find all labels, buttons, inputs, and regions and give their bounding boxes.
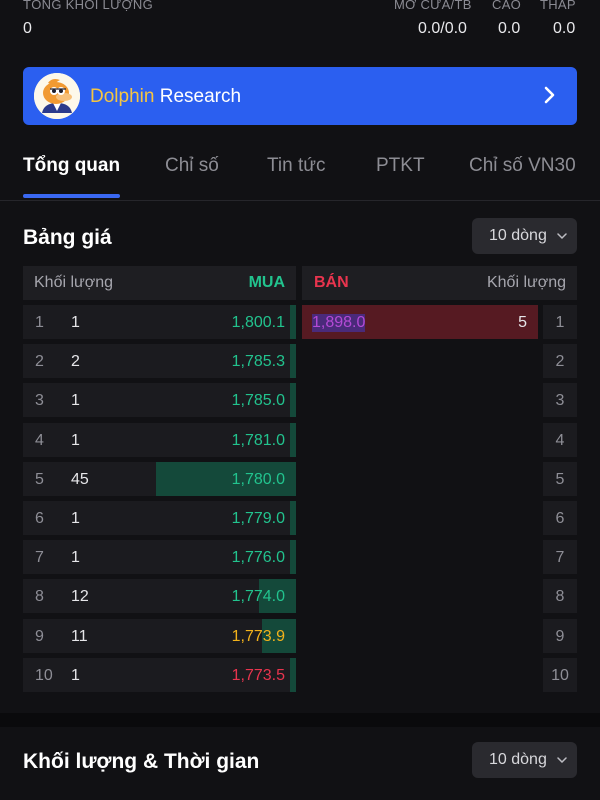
price-board-rows-dropdown[interactable]: 10 dòng (472, 218, 577, 254)
buy-row-index: 10 (35, 666, 53, 684)
open-avg-label: MỞ CỬA/TB (394, 0, 472, 12)
buy-row-volume: 1 (71, 549, 80, 567)
buy-row-price: 1,774.0 (231, 588, 285, 606)
sell-row-index: 2 (555, 353, 565, 371)
active-tab-indicator (23, 194, 120, 198)
sell-row-volume: 5 (518, 314, 527, 331)
buy-row-index: 3 (35, 392, 44, 410)
dropdown-label: 10 dòng (489, 751, 547, 768)
sell-row-index: 1 (555, 314, 565, 331)
banner-title: Dolphin Research (90, 86, 241, 108)
buy-depth-bar (290, 305, 296, 339)
sell-header: BÁN Khối lượng (302, 266, 577, 300)
buy-row-index: 8 (35, 588, 44, 606)
buy-row-index: 2 (35, 353, 44, 371)
buy-row-index: 7 (35, 549, 44, 567)
chevron-right-icon[interactable] (535, 81, 563, 109)
sell-row-index: 9 (555, 627, 565, 645)
open-avg-value: 0.0/0.0 (418, 20, 467, 37)
buy-header-label: MUA (248, 274, 285, 291)
buy-depth-bar (290, 657, 296, 692)
buy-depth-bar (290, 344, 296, 379)
volume-time-rows-dropdown[interactable]: 10 dòng (472, 742, 577, 778)
low-value: 0.0 (553, 20, 576, 37)
sell-volume-header: Khối lượng (486, 274, 566, 291)
buy-row-volume: 1 (71, 431, 80, 449)
dolphin-research-banner[interactable]: Dolphin Research (23, 67, 577, 125)
buy-row-index: 1 (35, 314, 44, 331)
sell-row-index: 7 (555, 549, 565, 567)
volume-time-title: Khối lượng & Thời gian (23, 750, 260, 773)
buy-row-volume: 2 (71, 353, 80, 371)
buy-row-volume: 45 (71, 470, 89, 488)
buy-depth-bar (290, 501, 296, 535)
price-board-title: Bảng giá (23, 226, 112, 249)
sell-row-index: 3 (555, 392, 565, 410)
buy-row-index: 4 (35, 431, 44, 449)
total-volume-value: 0 (23, 20, 32, 37)
banner-brand: Dolphin (90, 86, 155, 107)
tab-index[interactable]: Chỉ số (165, 155, 219, 177)
dolphin-mascot-icon (34, 73, 80, 119)
tab-technical[interactable]: PTKT (376, 155, 425, 177)
total-volume-label: TỔNG KHỐI LƯỢNG (23, 0, 154, 12)
buy-row-price: 1,773.5 (231, 666, 285, 684)
buy-depth-bar (290, 422, 296, 457)
sell-row-index: 4 (555, 431, 565, 449)
buy-depth-bar (290, 540, 296, 575)
tab-bar: Tổng quan Chỉ số Tin tức PTKT Chỉ số VN3… (0, 140, 600, 201)
dropdown-label: 10 dòng (489, 227, 547, 244)
low-label: THẤP (540, 0, 576, 12)
tab-vn30-index[interactable]: Chỉ số VN30 (469, 155, 576, 177)
buy-row-price: 1,780.0 (231, 470, 285, 488)
buy-row-index: 6 (35, 510, 44, 527)
chevron-down-icon (557, 233, 567, 240)
buy-row-volume: 11 (71, 627, 88, 645)
chevron-down-icon (557, 757, 567, 764)
buy-row-price: 1,781.0 (231, 431, 285, 449)
banner-title-rest: Research (159, 86, 242, 107)
sell-row-index: 8 (555, 588, 565, 606)
sell-row-price: 1,898.0 (312, 314, 366, 332)
section-divider (0, 713, 600, 727)
buy-row-price: 1,779.0 (231, 510, 285, 527)
buy-row-volume: 12 (71, 588, 89, 606)
buy-row-price: 1,785.3 (231, 353, 285, 371)
high-value: 0.0 (498, 20, 521, 37)
buy-row-volume: 1 (71, 392, 80, 410)
tab-overview[interactable]: Tổng quan (23, 155, 120, 177)
buy-row-price: 1,773.9 (231, 627, 285, 645)
buy-row-index: 5 (35, 470, 44, 488)
sell-header-label: BÁN (314, 274, 349, 291)
buy-row-volume: 1 (71, 314, 80, 331)
tab-news[interactable]: Tin tức (267, 155, 325, 177)
buy-row-price: 1,800.1 (231, 314, 285, 331)
buy-row-price: 1,776.0 (231, 549, 285, 567)
buy-header: Khối lượng MUA (23, 266, 296, 300)
top-stats-bar: TỔNG KHỐI LƯỢNG 0 MỞ CỬA/TB 0.0/0.0 CAO … (0, 0, 600, 50)
buy-row-index: 9 (35, 627, 44, 645)
buy-depth-bar (290, 383, 296, 418)
buy-row-volume: 1 (71, 666, 80, 684)
sell-row-index: 6 (555, 510, 565, 527)
buy-row-volume: 1 (71, 510, 80, 527)
sell-row-index: 5 (555, 470, 565, 488)
high-label: CAO (492, 0, 522, 12)
sell-row-index: 10 (551, 666, 569, 684)
buy-row-price: 1,785.0 (231, 392, 285, 410)
buy-volume-header: Khối lượng (34, 274, 114, 291)
